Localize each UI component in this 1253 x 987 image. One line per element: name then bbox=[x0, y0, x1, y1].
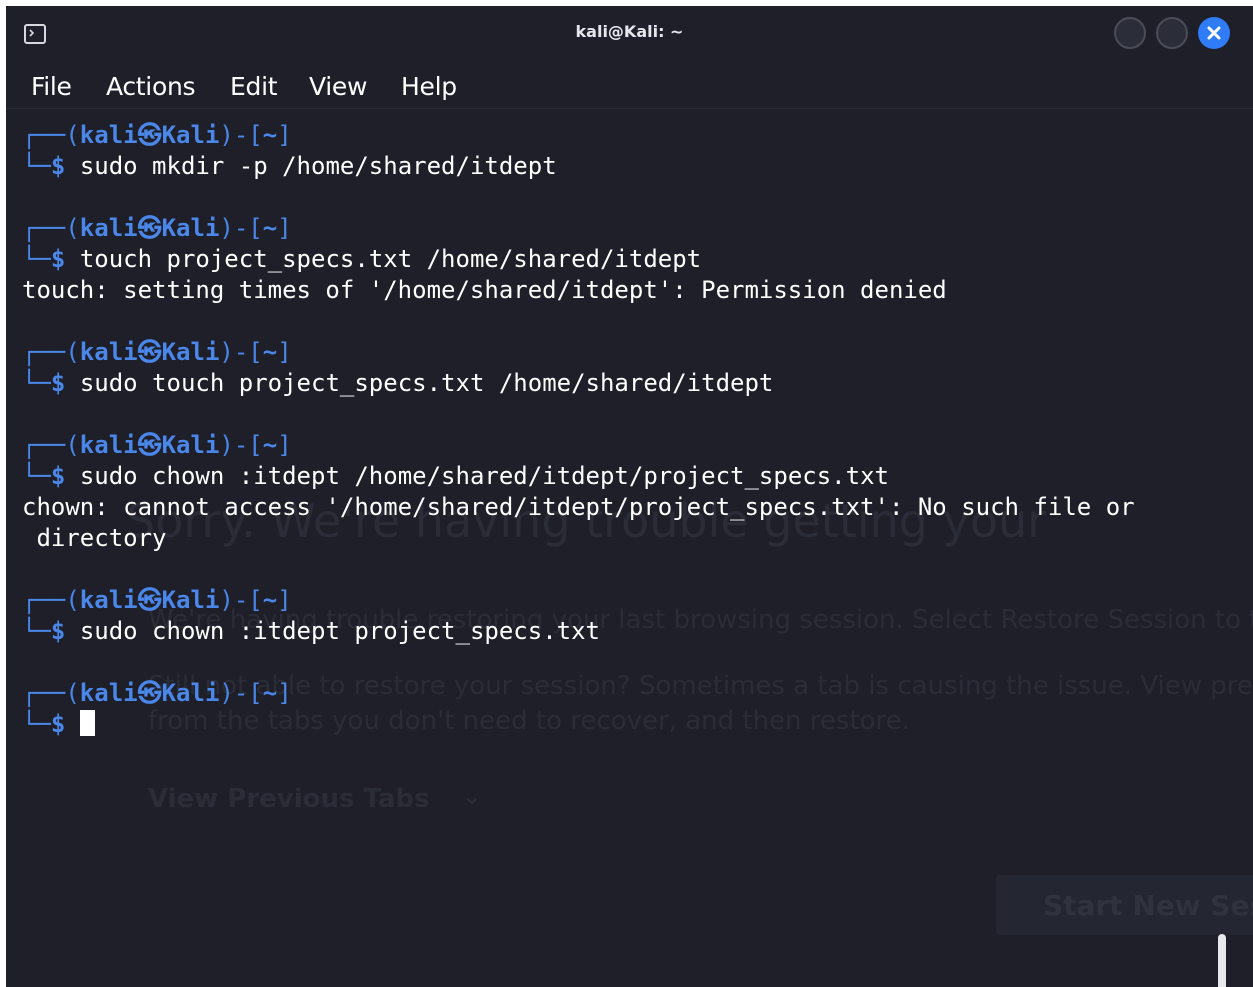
command-line: └─$ touch project_specs.txt /home/shared… bbox=[22, 245, 702, 273]
output-line: touch: setting times of '/home/shared/it… bbox=[22, 276, 947, 304]
close-icon bbox=[1207, 26, 1221, 40]
ghost-view-tabs: View Previous Tabs bbox=[148, 784, 430, 814]
menu-edit[interactable]: Edit bbox=[230, 72, 278, 101]
maximize-button[interactable] bbox=[1156, 17, 1188, 49]
text-cursor bbox=[79, 710, 95, 736]
terminal-output[interactable]: Sorry. We're having trouble getting your… bbox=[6, 109, 1253, 987]
prompt-line: ┌──(kali㉿Kali)-[~] bbox=[22, 679, 292, 707]
terminal-window: kali@Kali: ~ File Actions Edit View Help… bbox=[6, 6, 1253, 987]
minimize-button[interactable] bbox=[1114, 17, 1146, 49]
menu-actions[interactable]: Actions bbox=[106, 72, 196, 101]
menu-view[interactable]: View bbox=[309, 72, 367, 101]
ghost-line-3: from the tabs you don't need to recover,… bbox=[148, 706, 910, 736]
menu-file[interactable]: File bbox=[31, 72, 72, 101]
title-bar[interactable]: kali@Kali: ~ bbox=[6, 6, 1253, 62]
output-line: chown: cannot access '/home/shared/itdep… bbox=[22, 493, 1135, 521]
prompt-line: ┌──(kali㉿Kali)-[~] bbox=[22, 121, 292, 149]
prompt-line: ┌──(kali㉿Kali)-[~] bbox=[22, 214, 292, 242]
command-line: └─$ sudo chown :itdept project_specs.txt bbox=[22, 617, 600, 645]
ghost-chevron-icon: ⌄ bbox=[461, 781, 483, 811]
prompt-line: ┌──(kali㉿Kali)-[~] bbox=[22, 431, 292, 459]
command-line: └─$ sudo mkdir -p /home/shared/itdept bbox=[22, 152, 557, 180]
close-button[interactable] bbox=[1198, 17, 1230, 49]
command-line: └─$ sudo touch project_specs.txt /home/s… bbox=[22, 369, 774, 397]
ghost-line-2: Still not able to restore your session? … bbox=[148, 671, 1253, 701]
current-command-line[interactable]: └─$ bbox=[22, 709, 95, 739]
prompt-line: ┌──(kali㉿Kali)-[~] bbox=[22, 586, 292, 614]
scrollbar[interactable] bbox=[1218, 934, 1226, 987]
menu-bar: File Actions Edit View Help bbox=[6, 62, 1253, 109]
output-line: directory bbox=[22, 524, 167, 552]
menu-help[interactable]: Help bbox=[401, 72, 457, 101]
prompt-line: ┌──(kali㉿Kali)-[~] bbox=[22, 338, 292, 366]
ghost-start-new: Start New Sessi bbox=[1043, 889, 1253, 922]
window-title: kali@Kali: ~ bbox=[575, 22, 684, 41]
command-line: └─$ sudo chown :itdept /home/shared/itde… bbox=[22, 462, 889, 490]
